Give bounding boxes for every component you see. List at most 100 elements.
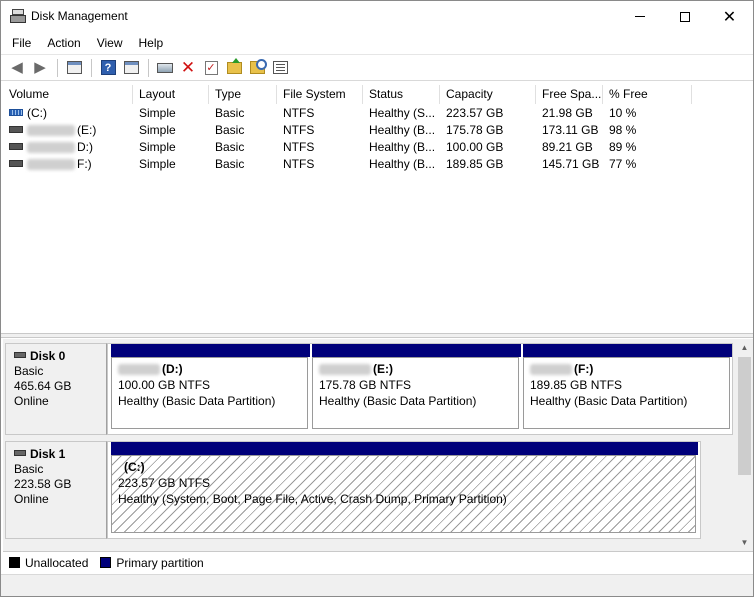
scrollbar-thumb[interactable] [738, 357, 751, 475]
delete-button[interactable]: ✕ [177, 57, 199, 79]
free-space-cell: 89.21 GB [542, 140, 593, 154]
type-cell: Basic [215, 140, 245, 154]
disk-1-row: Disk 1 Basic 223.58 GB Online (C:) 223.5… [5, 441, 733, 539]
percent-free-cell: 10 % [609, 106, 637, 120]
maximize-icon [679, 11, 690, 22]
legend: Unallocated Primary partition [3, 551, 753, 573]
disk-1-partitions: (C:) 223.57 GB NTFS Healthy (System, Boo… [107, 441, 701, 539]
graphical-view-scrollbar[interactable]: ▲ ▼ [736, 339, 753, 551]
forward-button[interactable]: ▶ [29, 57, 51, 79]
table-row[interactable]: (E:) Simple Basic NTFS Healthy (B... 175… [3, 122, 753, 139]
type-cell: Basic [215, 157, 245, 171]
table-row[interactable]: D:) Simple Basic NTFS Healthy (B... 100.… [3, 139, 753, 156]
header-layout[interactable]: Layout [133, 85, 209, 104]
volume-list: Volume Layout Type File System Status Ca… [3, 85, 753, 333]
percent-free-cell: 89 % [609, 140, 637, 154]
partition-label: (E:) [373, 362, 393, 376]
partition-status: Healthy (Basic Data Partition) [118, 394, 276, 408]
legend-label: Unallocated [25, 555, 89, 570]
search-icon [249, 59, 267, 74]
table-row[interactable]: F:) Simple Basic NTFS Healthy (B... 189.… [3, 156, 753, 173]
properties-button[interactable] [63, 57, 85, 79]
delete-icon: ✕ [180, 58, 196, 77]
disk-1-info[interactable]: Disk 1 Basic 223.58 GB Online [5, 441, 107, 539]
scroll-up-button[interactable]: ▲ [736, 339, 753, 356]
redacted-name [27, 125, 75, 137]
free-space-cell: 145.71 GB [542, 157, 600, 171]
status-cell: Healthy (B... [369, 140, 436, 154]
folder-up-button[interactable] [223, 57, 245, 79]
partition-bar [312, 344, 521, 357]
forward-icon: ▶ [34, 59, 46, 76]
header-capacity[interactable]: Capacity [440, 85, 536, 104]
partition-f[interactable]: (F:) 189.85 GB NTFS Healthy (Basic Data … [523, 344, 732, 434]
menu-action[interactable]: Action [39, 33, 88, 53]
header-volume[interactable]: Volume [3, 85, 133, 104]
properties-icon [66, 61, 82, 74]
partition-size: 189.85 GB NTFS [530, 378, 623, 392]
legend-swatch [9, 557, 20, 568]
menu-view[interactable]: View [89, 33, 131, 53]
disk-graphical-view: Disk 0 Basic 465.64 GB Online (D:) 100.0… [3, 339, 753, 551]
disk-management-window: Disk Management ✕ File Action View Help … [0, 0, 754, 597]
type-cell: Basic [215, 106, 245, 120]
folder-up-icon [226, 57, 242, 74]
search-button[interactable] [246, 57, 268, 79]
window-title: Disk Management [31, 9, 128, 23]
close-icon: ✕ [722, 8, 737, 26]
disk-state: Online [14, 492, 49, 506]
layout-cell: Simple [139, 157, 176, 171]
toolbar-separator [91, 58, 92, 77]
disk-0-info[interactable]: Disk 0 Basic 465.64 GB Online [5, 343, 107, 435]
volume-icon [9, 126, 23, 134]
legend-swatch [100, 557, 112, 568]
disk-0-partitions: (D:) 100.00 GB NTFS Healthy (Basic Data … [107, 343, 733, 435]
percent-free-cell: 98 % [609, 123, 637, 137]
check-button[interactable]: ✓ [200, 57, 222, 79]
scroll-down-button[interactable]: ▼ [736, 534, 753, 551]
console-button[interactable] [120, 57, 142, 79]
partition-c[interactable]: (C:) 223.57 GB NTFS Healthy (System, Boo… [111, 442, 698, 536]
close-button[interactable]: ✕ [707, 1, 752, 32]
capacity-cell: 223.57 GB [446, 106, 504, 120]
header-file-system[interactable]: File System [277, 85, 363, 104]
menu-help[interactable]: Help [131, 33, 172, 53]
layout-cell: Simple [139, 106, 176, 120]
partition-bar [111, 344, 310, 357]
check-icon: ✓ [204, 60, 218, 75]
partition-d[interactable]: (D:) 100.00 GB NTFS Healthy (Basic Data … [111, 344, 310, 434]
help-button[interactable]: ? [97, 57, 119, 79]
partition-size: 100.00 GB NTFS [118, 378, 211, 392]
maximize-button[interactable] [662, 1, 707, 32]
volume-icon [9, 143, 23, 151]
disk-state: Online [14, 394, 49, 408]
pane-splitter[interactable] [1, 333, 753, 338]
header-type[interactable]: Type [209, 85, 277, 104]
list-button[interactable] [269, 57, 291, 79]
minimize-icon [634, 16, 645, 17]
toolbar-separator [148, 58, 149, 77]
file-system-cell: NTFS [283, 123, 315, 137]
redacted-name [118, 364, 160, 376]
header-percent-free[interactable]: % Free [603, 85, 692, 104]
legend-item-primary: Primary partition [100, 555, 204, 570]
redacted-name [530, 364, 572, 376]
partition-e[interactable]: (E:) 175.78 GB NTFS Healthy (Basic Data … [312, 344, 521, 434]
menu-file[interactable]: File [4, 33, 39, 53]
status-bar [1, 574, 753, 596]
legend-item-unallocated: Unallocated [9, 556, 88, 570]
header-status[interactable]: Status [363, 85, 440, 104]
back-button[interactable]: ◀ [6, 57, 28, 79]
volume-icon [9, 160, 23, 168]
table-row[interactable]: (C:) Simple Basic NTFS Healthy (S... 223… [3, 105, 753, 122]
capacity-cell: 100.00 GB [446, 140, 504, 154]
connect-button[interactable] [154, 57, 176, 79]
partition-size: 175.78 GB NTFS [319, 378, 412, 392]
header-free-space[interactable]: Free Spa... [536, 85, 603, 104]
partition-status: Healthy (Basic Data Partition) [319, 394, 477, 408]
partition-bar [111, 442, 698, 455]
menu-bar: File Action View Help [1, 32, 753, 54]
legend-label: Primary partition [116, 555, 204, 570]
minimize-button[interactable] [617, 1, 662, 32]
back-icon: ◀ [11, 59, 23, 76]
